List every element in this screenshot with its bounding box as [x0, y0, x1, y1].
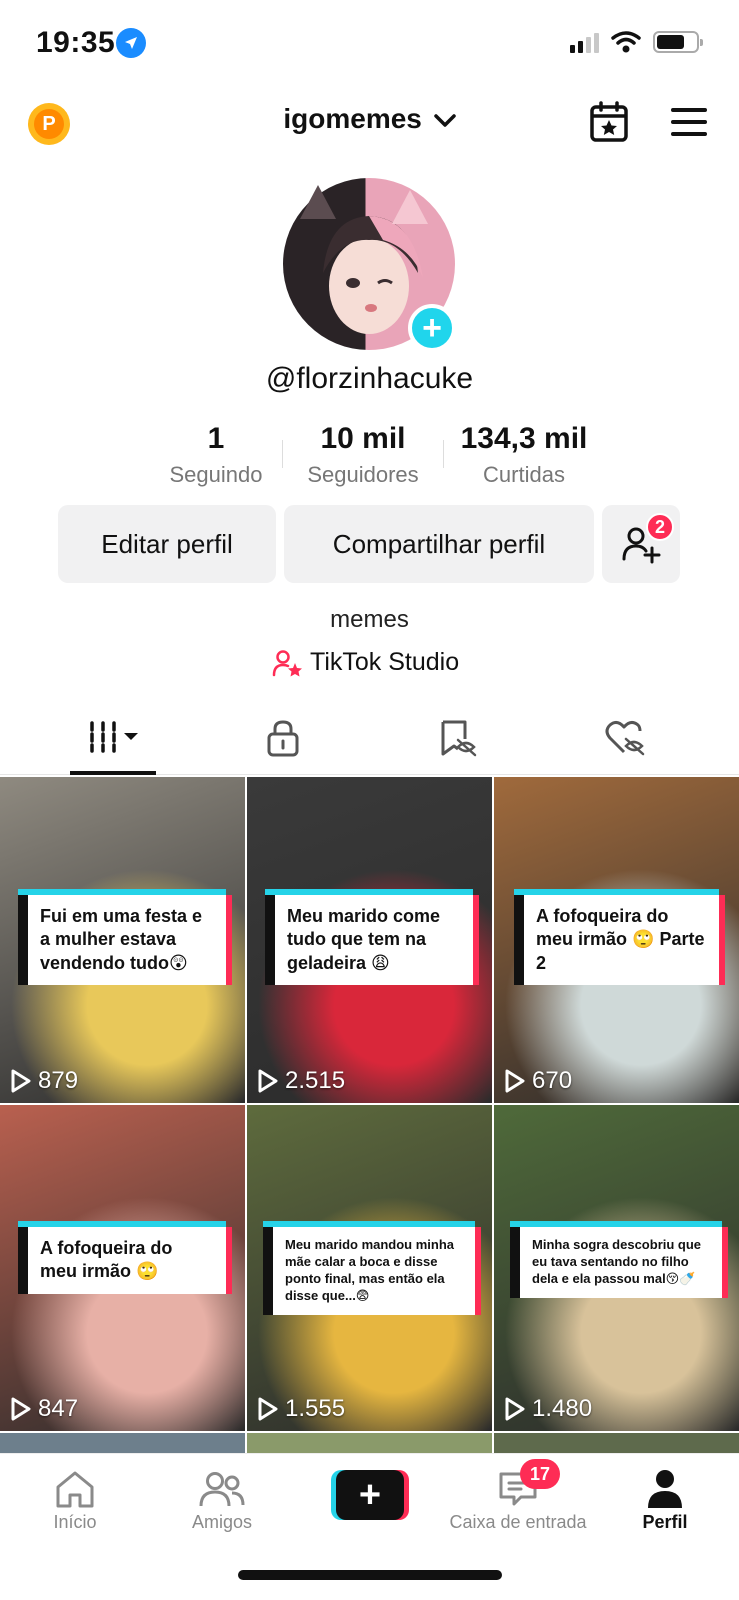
video-thumbnail[interactable]: A fofoqueira do meu irmão 🙄 847	[0, 1105, 245, 1431]
view-count: 1.555	[257, 1395, 345, 1423]
battery-icon	[653, 31, 703, 53]
nav-friends[interactable]: Amigos	[147, 1466, 297, 1533]
tab-videos[interactable]	[88, 719, 144, 760]
menu-icon[interactable]	[671, 108, 707, 144]
tab-private[interactable]	[266, 719, 300, 762]
tab-reposts[interactable]	[438, 719, 478, 762]
video-caption: Minha sogra descobriu que eu tava sentan…	[510, 1227, 722, 1298]
view-count-value: 1.480	[532, 1395, 593, 1422]
profile-icon	[648, 1470, 682, 1508]
active-tab-indicator	[70, 771, 156, 775]
location-arrow-icon	[116, 28, 146, 58]
video-thumbnail[interactable]: Meu marido come tudo que tem na geladeir…	[247, 777, 492, 1103]
view-count: 2.515	[257, 1067, 345, 1095]
stat-likes-label: Curtidas	[483, 462, 565, 487]
video-thumbnail[interactable]	[0, 1433, 245, 1453]
view-count-value: 2.515	[285, 1067, 346, 1094]
view-count: 847	[10, 1395, 78, 1423]
creator-star-icon	[272, 649, 302, 676]
stat-following-label: Seguindo	[169, 462, 263, 487]
video-caption: Meu marido mandou minha mãe calar a boca…	[263, 1227, 475, 1315]
play-icon	[505, 1397, 525, 1421]
video-caption: Fui em uma festa e a mulher estava vende…	[18, 895, 226, 986]
account-name: igomemes	[283, 103, 422, 134]
stat-followers-label: Seguidores	[307, 462, 419, 487]
chevron-down-icon	[433, 113, 456, 127]
account-switcher[interactable]: igomemes	[0, 103, 739, 135]
video-thumbnail[interactable]: Fui em uma festa e a mulher estava vende…	[0, 777, 245, 1103]
stat-likes-value: 134,3 mil	[460, 422, 588, 455]
nav-profile-label: Perfil	[642, 1512, 688, 1532]
video-thumbnail[interactable]	[247, 1433, 492, 1453]
create-button[interactable]: +	[331, 1470, 409, 1520]
tiktok-studio-label: TikTok Studio	[310, 648, 460, 676]
stat-following[interactable]: 1 Seguindo	[150, 422, 282, 492]
play-icon	[258, 1397, 278, 1421]
bookmark-hidden-icon	[441, 720, 477, 757]
nav-friends-label: Amigos	[191, 1512, 253, 1532]
calendar-star-icon[interactable]	[590, 101, 628, 143]
view-count: 1.480	[504, 1395, 592, 1423]
cellular-signal-icon	[570, 31, 599, 53]
view-count-value: 847	[38, 1395, 79, 1422]
home-indicator	[238, 1570, 502, 1580]
wifi-icon	[611, 31, 641, 53]
nav-inbox[interactable]: Caixa de entrada	[432, 1466, 604, 1533]
avatar-cat-ear-right	[392, 190, 428, 224]
profile-stats: 1 Seguindo 10 mil Seguidores 134,3 mil C…	[150, 422, 610, 492]
heart-hidden-icon	[605, 720, 645, 756]
nav-home-label: Início	[53, 1512, 97, 1532]
share-profile-button[interactable]: Compartilhar perfil	[284, 505, 594, 583]
content-tabs	[0, 705, 739, 775]
profile-handle: @florzinhacuke	[265, 362, 474, 395]
friend-request-badge: 2	[646, 513, 674, 541]
nav-inbox-label: Caixa de entrada	[449, 1512, 587, 1532]
video-caption: A fofoqueira do meu irmão 🙄 Parte 2	[514, 895, 719, 986]
stat-followers-value: 10 mil	[320, 422, 406, 455]
video-caption: A fofoqueira do meu irmão 🙄	[18, 1227, 226, 1294]
profile-header: P igomemes	[0, 95, 739, 155]
grid-videos-icon	[90, 721, 138, 753]
video-thumbnail[interactable]: Minha sogra descobriu que eu tava sentan…	[494, 1105, 739, 1431]
view-count: 879	[10, 1067, 78, 1095]
stat-likes[interactable]: 134,3 mil Curtidas	[444, 422, 604, 492]
play-icon	[505, 1069, 525, 1093]
play-icon	[11, 1069, 31, 1093]
stat-following-value: 1	[207, 422, 225, 455]
profile-bio: memes	[330, 606, 409, 633]
video-thumbnail[interactable]	[494, 1433, 739, 1453]
home-icon	[56, 1471, 94, 1508]
play-icon	[11, 1397, 31, 1421]
view-count-value: 670	[532, 1067, 573, 1094]
tab-liked[interactable]	[604, 719, 646, 762]
add-story-button[interactable]: +	[408, 304, 456, 352]
tiktok-studio-link[interactable]: TikTok Studio	[272, 648, 459, 677]
edit-profile-button[interactable]: Editar perfil	[58, 505, 276, 583]
status-bar: 19:35	[0, 0, 739, 90]
avatar-cat-ear-left	[300, 185, 336, 219]
view-count-value: 1.555	[285, 1395, 346, 1422]
nav-profile[interactable]: Perfil	[590, 1466, 739, 1533]
status-time: 19:35	[36, 26, 116, 59]
plus-icon: +	[336, 1470, 404, 1520]
play-icon	[258, 1069, 278, 1093]
stat-followers[interactable]: 10 mil Seguidores	[283, 422, 443, 492]
view-count-value: 879	[38, 1067, 79, 1094]
inbox-badge: 17	[520, 1459, 560, 1489]
nav-home[interactable]: Início	[0, 1466, 150, 1533]
view-count: 670	[504, 1067, 572, 1095]
friends-icon	[199, 1472, 245, 1507]
video-thumbnail[interactable]: Meu marido mandou minha mãe calar a boca…	[247, 1105, 492, 1431]
lock-icon	[267, 720, 299, 757]
video-caption: Meu marido come tudo que tem na geladeir…	[265, 895, 473, 986]
video-thumbnail[interactable]: A fofoqueira do meu irmão 🙄 Parte 2 670	[494, 777, 739, 1103]
